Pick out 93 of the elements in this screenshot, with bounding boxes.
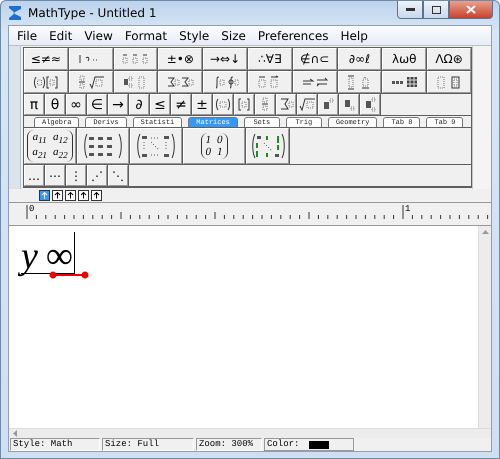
symbol-palette-button[interactable]: → bbox=[108, 94, 128, 115]
menu-item[interactable]: Size bbox=[215, 28, 252, 42]
symbol-palette-button[interactable]: ≤≠≈ bbox=[24, 48, 68, 70]
identity-matrix-icon bbox=[250, 131, 284, 161]
summation-icon bbox=[166, 74, 194, 90]
close-icon bbox=[466, 5, 476, 14]
symbol-palette-button[interactable]: ΛΩ⊛ bbox=[427, 48, 471, 70]
window-title: MathType - Untitled 1 bbox=[28, 6, 158, 20]
three-by-three-matrix-icon bbox=[82, 131, 124, 161]
template-palette-button[interactable] bbox=[158, 71, 202, 93]
minimize-button[interactable] bbox=[397, 1, 423, 19]
symbol-palette-button[interactable]: ∂ bbox=[129, 94, 149, 115]
template-palette-button[interactable] bbox=[213, 94, 233, 115]
template-palette-button[interactable] bbox=[360, 94, 380, 115]
menu-item[interactable]: Help bbox=[334, 28, 374, 42]
symbol-palette-button[interactable]: θ bbox=[45, 94, 65, 115]
ellipsis-button[interactable]: ⋰ bbox=[87, 165, 107, 186]
menu-item[interactable]: Edit bbox=[43, 28, 78, 42]
template-palette-button[interactable] bbox=[68, 48, 113, 70]
radical-icon bbox=[298, 97, 316, 112]
ellipsis-button[interactable]: … bbox=[24, 165, 44, 186]
parentheses-icon bbox=[214, 97, 232, 112]
matrix-entry: a$_{11}$ bbox=[32, 130, 47, 146]
menu-item[interactable]: Preferences bbox=[252, 28, 334, 42]
sigma-logo-icon bbox=[7, 5, 23, 21]
matrix-entry: 1 bbox=[217, 146, 222, 158]
alignment-button[interactable] bbox=[65, 190, 76, 201]
ellipsis-button[interactable]: ⋯ bbox=[45, 165, 65, 186]
template-palette-button[interactable] bbox=[338, 71, 382, 93]
parentheses-icon bbox=[33, 74, 46, 90]
template-palette-button[interactable] bbox=[68, 71, 113, 93]
matrix-entry: a$_{21}$ bbox=[32, 146, 47, 162]
symbol-palette-button[interactable]: ≤ bbox=[150, 94, 170, 115]
template-palette-button[interactable] bbox=[382, 71, 426, 93]
maximize-icon bbox=[432, 6, 440, 14]
status-zoom: Zoom: 300% bbox=[196, 438, 262, 451]
insertion-marker bbox=[49, 271, 89, 279]
template-palette-button[interactable] bbox=[203, 71, 247, 93]
status-style: Style: Math bbox=[10, 438, 100, 451]
matrix-entry: a$_{22}$ bbox=[53, 146, 68, 162]
matrix-template-button[interactable]: a$_{11}$ a$_{12}$ a$_{21}$ a$_{22}$ bbox=[24, 128, 76, 164]
status-size: Size: Full bbox=[102, 438, 194, 451]
matrix-icon bbox=[390, 74, 418, 90]
matrix-template-button[interactable]: 1 0 0 1 bbox=[183, 128, 245, 164]
equation-symbol: ∞ bbox=[46, 239, 73, 273]
symbol-palette-button[interactable]: λωθ bbox=[382, 48, 426, 70]
maximize-button[interactable] bbox=[423, 1, 449, 19]
symbol-palette-button[interactable]: π bbox=[24, 94, 44, 115]
template-palette-button[interactable] bbox=[292, 71, 337, 93]
template-palette-button[interactable] bbox=[248, 71, 292, 93]
matrix-entry: 0 bbox=[217, 134, 222, 146]
symbol-palette-button[interactable]: ∈ bbox=[87, 94, 107, 115]
matrix-template-button[interactable] bbox=[130, 128, 182, 164]
menu-item[interactable]: Style bbox=[173, 28, 216, 42]
ruler-label: 1 bbox=[405, 204, 410, 214]
ellipsis-button[interactable]: ⋮ bbox=[66, 165, 86, 186]
symbol-palette-button[interactable]: ±•⊗ bbox=[158, 48, 202, 70]
brackets-icon bbox=[46, 74, 58, 90]
alignment-button[interactable] bbox=[52, 190, 63, 201]
status-color-label: Color: bbox=[267, 439, 300, 450]
matrix-entry: a$_{12}$ bbox=[53, 130, 68, 146]
template-palette-button[interactable] bbox=[24, 71, 68, 93]
fraction-radical-icon bbox=[76, 74, 105, 90]
matrix-template-button[interactable] bbox=[246, 128, 289, 164]
template-palette-button[interactable] bbox=[318, 94, 338, 115]
menu-item[interactable]: Format bbox=[118, 28, 174, 42]
template-palette-button[interactable] bbox=[276, 94, 296, 115]
matrix-template-button[interactable] bbox=[77, 128, 129, 164]
ellipsis-button[interactable]: ⋱ bbox=[108, 165, 128, 186]
symbol-palette-button[interactable]: ∉∩⊂ bbox=[292, 48, 337, 70]
template-palette-button[interactable] bbox=[114, 71, 158, 93]
symbol-palette-button[interactable]: →⇔↓ bbox=[203, 48, 247, 70]
ellipsis-matrix-icon bbox=[135, 131, 177, 161]
menu-item[interactable]: View bbox=[78, 28, 119, 42]
template-palette-button[interactable] bbox=[427, 71, 471, 93]
alignment-button[interactable] bbox=[78, 190, 89, 201]
template-palette-button[interactable] bbox=[339, 94, 359, 115]
alignment-button[interactable] bbox=[39, 190, 50, 201]
close-button[interactable] bbox=[449, 1, 493, 19]
symbol-palette-button[interactable]: ∞ bbox=[66, 94, 86, 115]
ruler-label: 0 bbox=[29, 204, 34, 214]
matrix-entry: 0 bbox=[206, 146, 211, 158]
symbol-palette-button[interactable]: ≠ bbox=[171, 94, 191, 115]
matrix-entry: 1 bbox=[206, 134, 211, 146]
symbol-palette-button[interactable]: ∴∀∃ bbox=[248, 48, 292, 70]
menu-item[interactable]: File bbox=[11, 28, 44, 42]
symbol-palette-button[interactable]: ± bbox=[192, 94, 212, 115]
minimize-icon bbox=[406, 8, 414, 12]
template-palette-button[interactable] bbox=[297, 94, 317, 115]
alignment-button[interactable] bbox=[91, 190, 102, 201]
template-palette-button[interactable] bbox=[114, 48, 158, 70]
template-palette-button[interactable] bbox=[234, 94, 254, 115]
symbol-palette-button[interactable]: ∂∞ℓ bbox=[338, 48, 382, 70]
